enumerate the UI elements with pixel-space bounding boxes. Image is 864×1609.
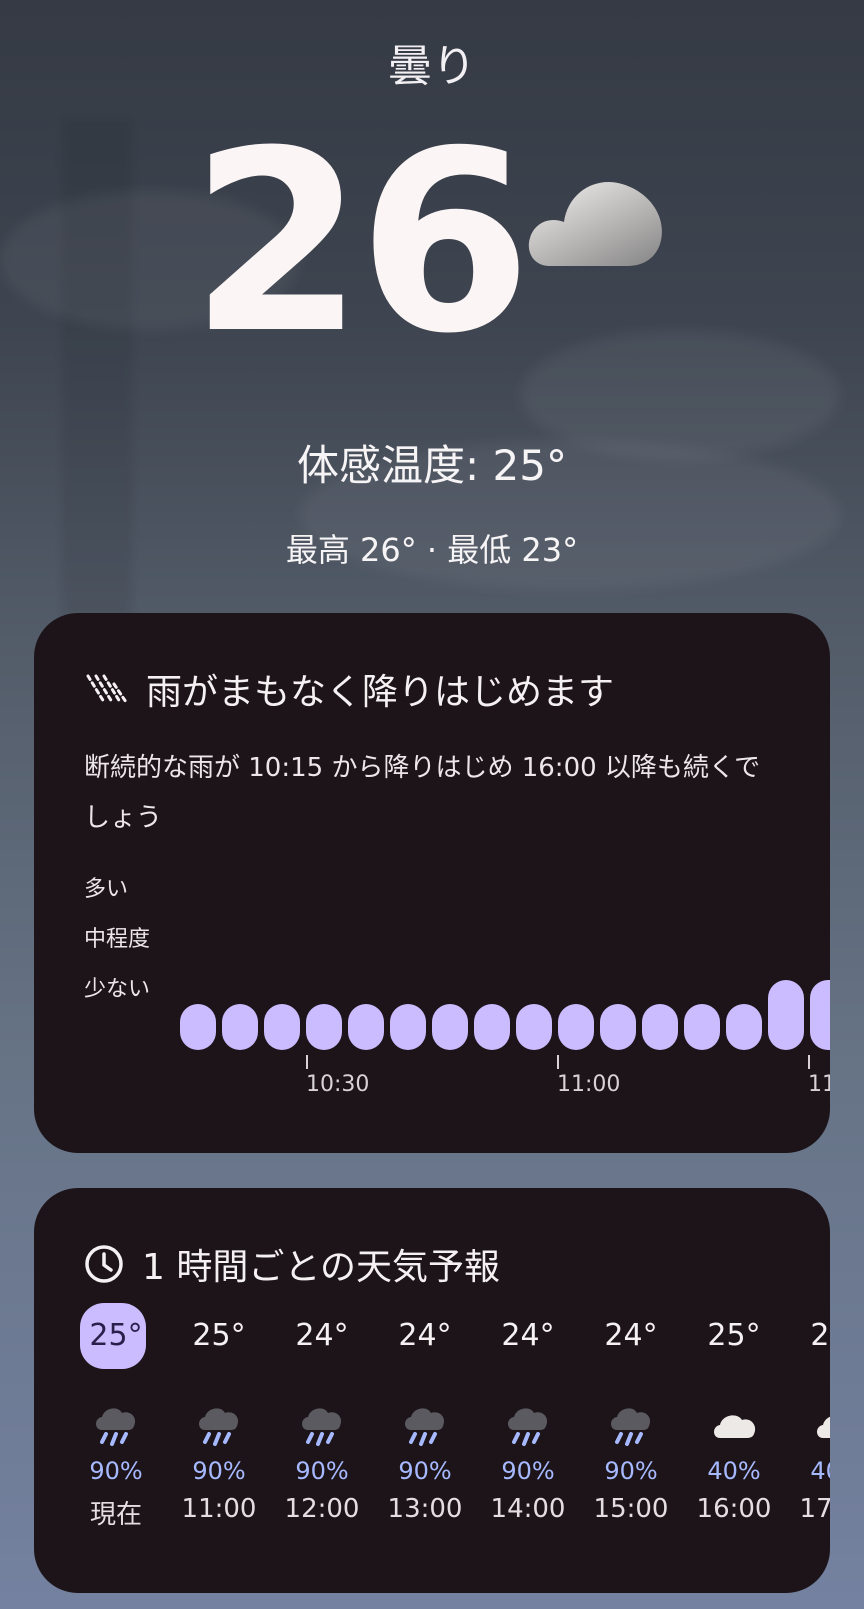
hour-temperature: 25° (707, 1318, 761, 1353)
precipitation-chance: 90% (604, 1457, 658, 1485)
time-label: 11:30 (808, 1072, 830, 1097)
rain-cloud-icon (375, 1404, 475, 1452)
hour-item: 25° 40% 17:00 (787, 1306, 830, 1524)
hour-temperature: 24° (501, 1318, 555, 1353)
rain-card-title: 雨がまもなく降りはじめます (146, 672, 615, 713)
precipitation-chance: 90% (89, 1457, 143, 1485)
hour-item: 25° 90% 現在 (66, 1303, 166, 1531)
precipitation-chance: 90% (501, 1457, 555, 1485)
rain-forecast-card[interactable]: 雨がまもなく降りはじめます 断続的な雨が 10:15 から降りはじめ 16:00… (34, 613, 830, 1153)
rain-cloud-icon (169, 1404, 269, 1452)
rain-bar (768, 980, 804, 1050)
rain-bar (516, 1004, 552, 1050)
time-tick (557, 1055, 559, 1069)
hour-item: 24° 90% 15:00 (581, 1306, 681, 1524)
hour-time: 14:00 (490, 1494, 566, 1524)
precipitation-chance: 40% (810, 1457, 830, 1485)
feels-like: 体感温度: 25° (297, 441, 567, 490)
rain-bar (810, 980, 830, 1050)
hour-item: 24° 90% 13:00 (375, 1306, 475, 1524)
hour-time: 17:00 (799, 1494, 830, 1524)
level-label-light: 少ない (84, 977, 151, 1002)
level-label-moderate: 中程度 (84, 927, 151, 952)
hourly-card-header: 1 時間ごとの天気予報 (84, 1238, 500, 1290)
rain-description: 断続的な雨が 10:15 から降りはじめ 16:00 以降も続くでしょう (84, 753, 761, 833)
rain-bar (726, 1004, 762, 1050)
rain-bar (222, 1004, 258, 1050)
precipitation-chance: 90% (192, 1457, 246, 1485)
rain-cloud-icon (581, 1404, 681, 1452)
cloud-icon (528, 181, 662, 266)
rain-streak-icon (86, 674, 128, 704)
hour-item: 24° 90% 12:00 (272, 1306, 372, 1524)
rain-card-header: 雨がまもなく降りはじめます (84, 663, 614, 715)
time-label: 11:00 (557, 1072, 621, 1097)
rain-bar (642, 1004, 678, 1050)
rain-bar (180, 1004, 216, 1050)
hourly-card-title: 1 時間ごとの天気予報 (142, 1247, 500, 1288)
hour-item: 24° 90% 14:00 (478, 1306, 578, 1524)
hour-item: 25° 90% 11:00 (169, 1306, 269, 1524)
cloud-icon (684, 1404, 784, 1452)
hour-temperature: 24° (398, 1318, 452, 1353)
hour-temperature: 25° (810, 1318, 830, 1353)
rain-bar (432, 1004, 468, 1050)
precipitation-chance: 90% (398, 1457, 452, 1485)
rain-bar (474, 1004, 510, 1050)
high-low-temperature: 最高 26° · 最低 23° (285, 531, 579, 569)
hour-temperature: 24° (295, 1318, 349, 1353)
level-label-heavy: 多い (84, 877, 129, 902)
hour-time: 現在 (89, 1500, 142, 1530)
hour-time: 12:00 (284, 1494, 360, 1524)
hour-item: 25° 40% 16:00 (684, 1306, 784, 1524)
rain-bar (306, 1004, 342, 1050)
hour-time: 15:00 (593, 1494, 669, 1524)
hour-time: 16:00 (696, 1494, 772, 1524)
rain-cloud-icon (272, 1404, 372, 1452)
time-label: 10:30 (306, 1072, 370, 1097)
rain-cloud-icon (478, 1404, 578, 1452)
precipitation-chance: 90% (295, 1457, 349, 1485)
time-tick (808, 1055, 810, 1069)
rain-bar (684, 1004, 720, 1050)
precipitation-chance: 40% (707, 1457, 761, 1485)
hour-time: 13:00 (387, 1494, 463, 1524)
condition-label: 曇り (388, 41, 476, 92)
rain-cloud-icon (66, 1404, 166, 1452)
hour-temperature: 24° (604, 1318, 658, 1353)
hour-temperature: 25° (66, 1303, 166, 1369)
rain-bar (558, 1004, 594, 1050)
clock-icon (85, 1245, 123, 1283)
current-temperature: 26 (190, 97, 532, 388)
rain-bar (600, 1004, 636, 1050)
rain-bar (264, 1004, 300, 1050)
hour-temperature: 25° (192, 1318, 246, 1353)
hourly-forecast-card[interactable]: 1 時間ごとの天気予報 25° 90% 現在 25° 90% 11:00 24° 90% 12:… (34, 1188, 830, 1593)
cloud-icon (787, 1404, 830, 1452)
time-tick (306, 1055, 308, 1069)
rain-bar (390, 1004, 426, 1050)
hour-time: 11:00 (181, 1494, 257, 1524)
rain-bar (348, 1004, 384, 1050)
